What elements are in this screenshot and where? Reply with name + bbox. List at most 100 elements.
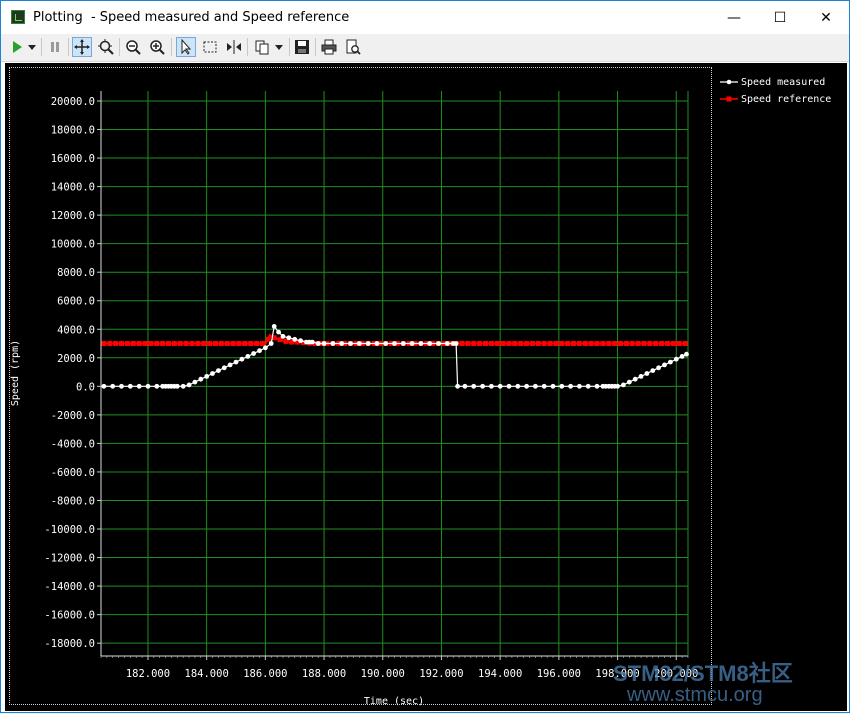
data-point-speed-reference (148, 341, 154, 346)
data-point-speed-measured (315, 341, 321, 346)
data-point-speed-measured (585, 383, 591, 389)
data-point-speed-reference (160, 341, 166, 346)
data-point-speed-reference (571, 341, 576, 346)
data-point-speed-measured (216, 368, 221, 373)
legend-label-reference: Speed reference (741, 94, 831, 105)
data-point-speed-reference (465, 341, 471, 346)
data-point-speed-measured (444, 341, 450, 346)
data-point-speed-reference (242, 341, 248, 346)
x-axis-label: Time (sec) (364, 696, 424, 707)
data-point-speed-measured (257, 348, 262, 354)
y-tick-label: 18000.0 (51, 125, 95, 137)
y-tick-label: -14000.0 (44, 581, 95, 593)
data-point-speed-measured (127, 383, 133, 389)
y-tick-label: 6000.0 (57, 296, 95, 308)
data-point-speed-measured (221, 365, 227, 371)
data-point-speed-reference (641, 341, 647, 346)
y-tick-label: 20000.0 (51, 96, 95, 108)
data-point-speed-reference (254, 341, 260, 346)
data-point-speed-measured (684, 351, 689, 357)
y-tick-label: -12000.0 (44, 553, 95, 565)
y-tick-label: 4000.0 (57, 324, 95, 336)
data-point-speed-measured (292, 336, 298, 342)
data-point-speed-measured (186, 382, 192, 388)
data-point-speed-measured (210, 371, 215, 376)
data-point-speed-measured (656, 365, 661, 371)
data-point-speed-measured (119, 383, 124, 389)
data-point-speed-reference (477, 341, 483, 346)
data-point-speed-measured (263, 345, 268, 351)
data-point-speed-reference (201, 341, 207, 346)
data-point-speed-measured (286, 335, 292, 341)
data-point-speed-measured (650, 368, 656, 373)
data-point-speed-reference (559, 341, 565, 346)
data-point-speed-reference (659, 341, 665, 346)
data-point-speed-reference (676, 341, 682, 346)
data-point-speed-reference (506, 341, 512, 346)
data-point-speed-measured (204, 374, 210, 379)
data-point-speed-reference (535, 341, 541, 346)
data-point-speed-reference (618, 341, 623, 346)
y-tick-label: 8000.0 (57, 267, 95, 279)
data-point-speed-measured (489, 383, 494, 389)
data-point-speed-reference (166, 341, 171, 346)
data-point-speed-measured (497, 383, 503, 389)
legend-marker-reference (726, 96, 732, 102)
data-point-speed-reference (265, 336, 271, 342)
data-point-speed-reference (670, 341, 676, 346)
data-point-speed-measured (383, 341, 389, 346)
y-tick-label: 12000.0 (51, 210, 95, 222)
x-tick-label: 182.000 (126, 668, 170, 680)
x-tick-label: 188.000 (302, 668, 346, 680)
data-point-speed-measured (174, 383, 180, 389)
data-point-speed-measured (471, 383, 477, 389)
x-tick-label: 190.000 (361, 668, 405, 680)
data-point-speed-measured (298, 338, 303, 344)
data-point-speed-measured (365, 341, 371, 346)
data-point-speed-measured (251, 351, 256, 356)
data-point-speed-measured (515, 383, 521, 389)
y-tick-label: -18000.0 (44, 638, 95, 650)
data-point-speed-measured (239, 356, 245, 362)
x-tick-label: 184.000 (185, 668, 229, 680)
data-point-speed-measured (233, 359, 239, 365)
y-tick-label: -4000.0 (51, 438, 95, 450)
data-point-speed-measured (101, 383, 107, 389)
data-point-speed-measured (577, 383, 582, 389)
data-point-speed-reference (183, 341, 189, 346)
speed-chart[interactable]: 20000.0 18000.0 16000.0 14000.0 12000.0 10000… (1, 1, 850, 714)
data-point-speed-measured (541, 383, 547, 389)
data-point-speed-reference (459, 341, 465, 346)
data-point-speed-measured (480, 383, 485, 389)
data-point-speed-measured (245, 354, 251, 359)
data-point-speed-reference (142, 341, 148, 346)
data-point-speed-measured (321, 341, 327, 346)
y-tick-label: -6000.0 (51, 467, 95, 479)
y-tick-label: -16000.0 (44, 610, 95, 622)
data-point-speed-reference (224, 341, 230, 346)
data-point-speed-measured (136, 383, 142, 389)
data-point-speed-measured (110, 383, 116, 389)
data-point-speed-reference (236, 341, 242, 346)
data-point-speed-measured (568, 383, 573, 389)
data-point-speed-reference (171, 341, 177, 346)
data-point-speed-reference (512, 341, 518, 346)
data-point-speed-reference (623, 341, 629, 346)
data-point-speed-measured (638, 374, 644, 379)
data-point-speed-measured (436, 341, 441, 346)
data-point-speed-measured (330, 341, 336, 346)
data-point-speed-measured (533, 383, 538, 389)
data-point-speed-reference (524, 341, 530, 346)
y-tick-label: 14000.0 (51, 182, 95, 194)
data-point-speed-measured (154, 383, 160, 389)
data-point-speed-measured (280, 334, 286, 339)
legend: Speed measured Speed reference (720, 77, 831, 105)
data-point-speed-measured (453, 341, 459, 346)
y-tick-label: -8000.0 (51, 495, 95, 507)
data-point-speed-reference (541, 341, 547, 346)
data-point-speed-measured (145, 383, 151, 389)
data-point-speed-reference (136, 341, 142, 346)
data-point-speed-measured (632, 376, 638, 382)
data-point-speed-measured (268, 341, 274, 346)
y-tick-label: -10000.0 (44, 524, 95, 536)
